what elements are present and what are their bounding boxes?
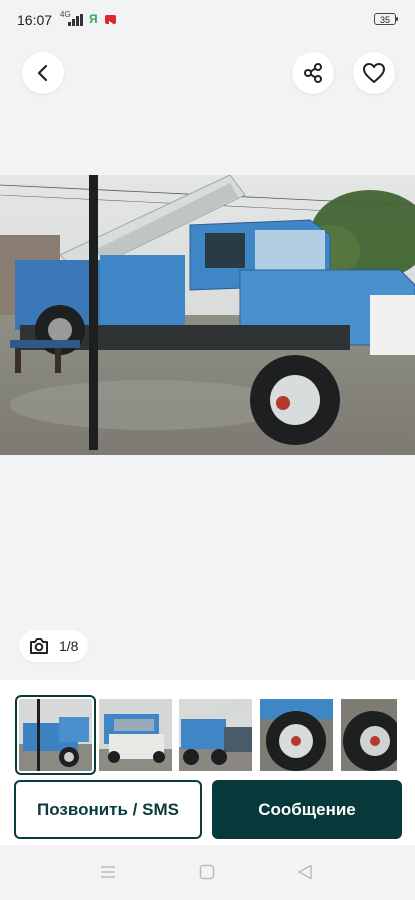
thumbnail-image [179, 699, 252, 771]
heart-outline-icon [363, 63, 385, 83]
photo-counter-text: 1/8 [59, 638, 79, 654]
photo-counter: 1/8 [19, 630, 89, 662]
share-icon [304, 63, 322, 83]
menu-icon[interactable] [100, 865, 116, 879]
thumbnail-3[interactable] [179, 699, 252, 771]
thumbnail-5[interactable] [341, 699, 397, 771]
thumbnail-strip [0, 680, 415, 780]
system-nav-bar [0, 845, 415, 900]
favorite-button[interactable] [353, 52, 395, 94]
thumbnail-2[interactable] [99, 699, 172, 771]
thumbnail-image [99, 699, 172, 771]
main-photo[interactable] [0, 175, 415, 455]
battery-indicator: 35 [374, 13, 398, 25]
home-icon[interactable] [199, 864, 215, 880]
thumbnail-4[interactable] [260, 699, 333, 771]
thumbnail-1[interactable] [15, 695, 96, 775]
action-bar: Позвонить / SMS Сообщение [0, 780, 415, 845]
status-time: 16:07 [17, 12, 53, 28]
call-sms-button[interactable]: Позвонить / SMS [14, 780, 202, 839]
share-button[interactable] [292, 52, 334, 94]
back-button[interactable] [22, 52, 64, 94]
signal-icon [68, 14, 83, 26]
thumbnail-image [260, 699, 333, 771]
camera-icon [30, 638, 48, 654]
arrow-left-icon [37, 64, 48, 82]
back-triangle-icon[interactable] [297, 864, 313, 880]
thumbnail-image [341, 699, 397, 771]
message-button[interactable]: Сообщение [212, 780, 402, 839]
youtube-notification-icon [105, 15, 116, 26]
status-bar: 16:07 4G Я 35 [0, 0, 415, 40]
app-notification-icon: Я [89, 12, 98, 26]
truck-photo-image [0, 175, 415, 455]
thumbnail-image [19, 699, 92, 771]
